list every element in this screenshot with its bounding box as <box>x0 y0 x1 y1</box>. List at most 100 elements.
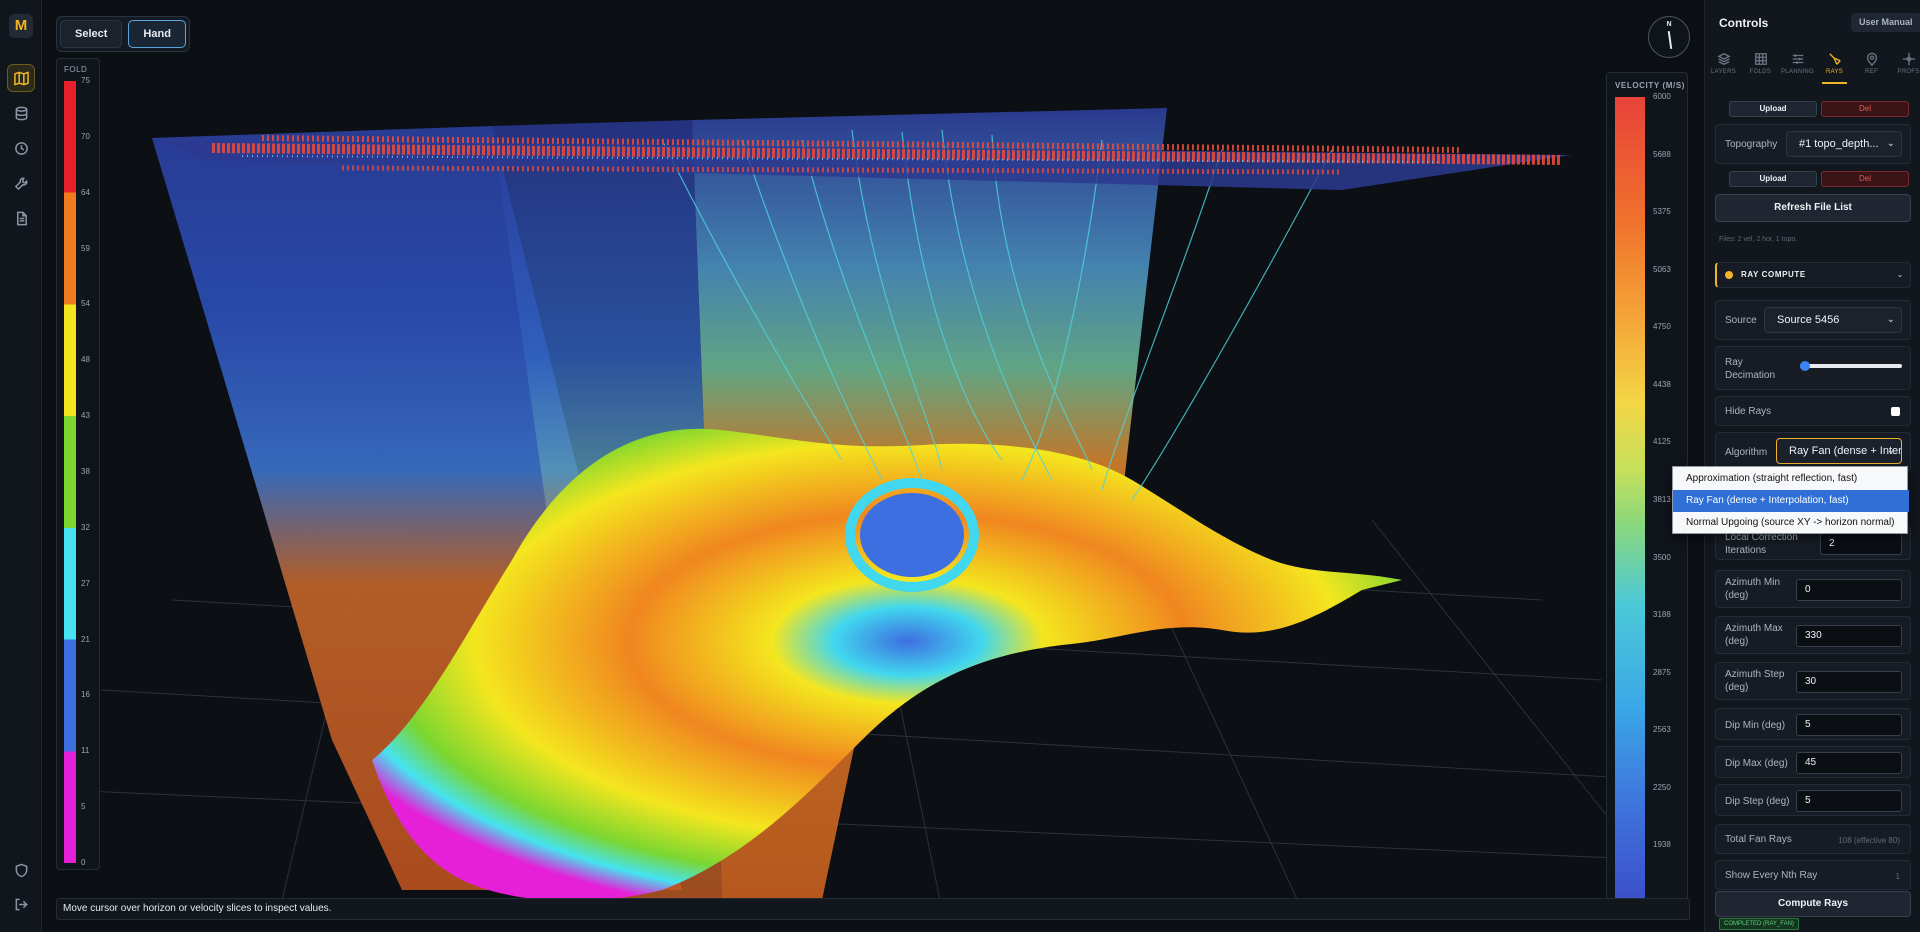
compass[interactable]: N <box>1648 16 1690 58</box>
horizon-low-zone <box>860 493 964 577</box>
velocity-color-bar <box>1615 97 1645 903</box>
velocity-tick-label: 2563 <box>1653 725 1671 735</box>
viewport-3d[interactable]: Select Hand FOLD 75 70 64 59 54 48 43 38 32 27 21 1… <box>42 0 1704 932</box>
tab-label: FOLDS <box>1749 69 1772 75</box>
delete-horizon-button[interactable]: Del <box>1821 101 1909 117</box>
tab-profs[interactable]: PROFS <box>1890 46 1920 82</box>
algorithm-select[interactable]: Ray Fan (dense + Interpolation, fast) ⌄ <box>1776 438 1902 464</box>
velocity-tick-label: 2875 <box>1653 667 1671 677</box>
velocity-tick-label: 3813 <box>1653 495 1671 504</box>
chevron-down-icon: ⌄ <box>1886 314 1895 325</box>
select-tool-button[interactable]: Select <box>60 20 123 48</box>
tab-label: LAYERS <box>1710 69 1737 75</box>
user-manual-button[interactable]: User Manual <box>1851 13 1920 32</box>
seismic-scene[interactable] <box>42 0 1704 932</box>
velocity-tick-label: 6000 <box>1653 92 1671 101</box>
azimuth-step-row: Azimuth Step (deg) 30 <box>1715 662 1911 700</box>
delete-topography-button[interactable]: Del <box>1821 171 1909 187</box>
fold-tick-label: 16 <box>81 690 90 700</box>
algorithm-dropdown: Approximation (straight reflection, fast… <box>1672 466 1909 534</box>
rays-icon <box>1828 53 1841 65</box>
velocity-legend-title: VELOCITY (M/S) <box>1615 81 1686 90</box>
database-icon[interactable] <box>7 99 35 127</box>
clock-icon[interactable] <box>7 134 35 162</box>
dip-step-row: Dip Step (deg) 5 <box>1715 784 1911 816</box>
ray-decimation-row: Ray Decimation <box>1715 346 1911 390</box>
velocity-tick-label: 2250 <box>1653 782 1671 792</box>
chevron-down-icon: ⌄ <box>1886 445 1895 456</box>
app-root: M Select Hand FOLD 75 70 64 59 54 48 43 … <box>0 0 1920 932</box>
nth-ray-row: Show Every Nth Ray 1 <box>1715 860 1911 890</box>
fold-tick-label: 27 <box>81 578 90 588</box>
icon-rail: M <box>0 0 42 932</box>
shield-icon[interactable] <box>7 856 35 884</box>
topography-label: Topography <box>1725 139 1778 150</box>
tab-rays[interactable]: RAYS <box>1816 46 1853 84</box>
dip-min-row: Dip Min (deg) 5 <box>1715 708 1911 740</box>
tab-ref[interactable]: REF <box>1853 46 1890 82</box>
compute-rays-button[interactable]: Compute Rays <box>1715 891 1911 917</box>
hand-tool-button[interactable]: Hand <box>128 20 186 48</box>
panel-tabs: LAYERS FOLDS PLANNING RAYS REF PROFS <box>1705 46 1920 84</box>
source-label: Source <box>1725 315 1757 326</box>
source-select[interactable]: Source 5456 ⌄ <box>1764 307 1902 333</box>
tab-layers[interactable]: LAYERS <box>1705 46 1742 82</box>
algorithm-option-normal-upgoing[interactable]: Normal Upgoing (source XY -> horizon nor… <box>1673 512 1909 534</box>
dip-step-input[interactable]: 5 <box>1796 790 1902 812</box>
algorithm-option-ray-fan[interactable]: Ray Fan (dense + Interpolation, fast) <box>1673 490 1909 512</box>
algorithm-value: Ray Fan (dense + Interpolation, fast) <box>1789 445 1902 457</box>
section-title: RAY COMPUTE <box>1741 270 1806 279</box>
tab-planning[interactable]: PLANNING <box>1779 46 1816 82</box>
hide-rays-label: Hide Rays <box>1725 406 1772 417</box>
local-iterations-input[interactable]: 2 <box>1820 533 1902 555</box>
topography-select[interactable]: #1 topo_depth... ⌄ <box>1786 131 1902 157</box>
panel-title: Controls <box>1719 16 1769 30</box>
hide-rays-checkbox[interactable] <box>1891 407 1900 416</box>
wrench-icon[interactable] <box>7 169 35 197</box>
velocity-tick-label: 5375 <box>1653 207 1671 217</box>
compass-needle-icon <box>1667 30 1673 50</box>
inspect-hint: Move cursor over horizon or velocity sli… <box>56 898 1690 920</box>
azimuth-min-input[interactable]: 0 <box>1796 579 1902 601</box>
tab-folds[interactable]: FOLDS <box>1742 46 1779 82</box>
ray-decimation-slider[interactable] <box>1800 361 1902 371</box>
azimuth-max-label: Azimuth Max (deg) <box>1725 623 1783 647</box>
ray-compute-icon <box>1725 271 1733 279</box>
ray-compute-section[interactable]: RAY COMPUTE ⌄ <box>1715 262 1911 288</box>
logout-icon[interactable] <box>7 890 35 918</box>
dip-max-label: Dip Max (deg) <box>1725 758 1788 769</box>
hide-rays-row: Hide Rays <box>1715 396 1911 426</box>
upload-horizon-button[interactable]: Upload <box>1729 101 1817 117</box>
fold-legend-title: FOLD <box>64 65 88 74</box>
ray-decimation-label: Ray Decimation <box>1725 357 1776 381</box>
nth-ray-value[interactable]: 1 <box>1896 872 1900 881</box>
tab-label: PROFS <box>1897 69 1920 75</box>
fold-tick-label: 64 <box>81 187 90 197</box>
fold-tick-label: 75 <box>81 76 90 85</box>
velocity-tick-label: 1938 <box>1653 840 1671 850</box>
layers-icon <box>1716 53 1731 65</box>
compass-north-label: N <box>1666 21 1672 28</box>
dip-max-input[interactable]: 45 <box>1796 752 1902 774</box>
sliders-icon <box>1792 54 1803 64</box>
fold-legend: FOLD 75 70 64 59 54 48 43 38 32 27 21 16 11 5 0 <box>56 58 100 870</box>
fold-tick-label: 48 <box>81 355 90 365</box>
algorithm-option-approximation[interactable]: Approximation (straight reflection, fast… <box>1673 468 1909 490</box>
algorithm-label: Algorithm <box>1725 447 1768 458</box>
document-icon[interactable] <box>7 204 35 232</box>
upload-topography-button[interactable]: Upload <box>1729 171 1817 187</box>
app-logo: M <box>9 14 33 38</box>
azimuth-max-row: Azimuth Max (deg) 330 <box>1715 616 1911 654</box>
velocity-tick-label: 3188 <box>1653 610 1671 620</box>
source-row: Source Source 5456 ⌄ <box>1715 300 1911 340</box>
fold-tick-label: 70 <box>81 131 90 141</box>
refresh-file-list-button[interactable]: Refresh File List <box>1715 194 1911 222</box>
fold-tick-label: 43 <box>81 411 90 421</box>
map-icon[interactable] <box>7 64 35 92</box>
slider-handle[interactable] <box>1800 361 1810 371</box>
dip-min-input[interactable]: 5 <box>1796 714 1902 736</box>
total-fan-rays-value: 108 (effective 80) <box>1838 836 1900 845</box>
azimuth-max-input[interactable]: 330 <box>1796 625 1902 647</box>
tab-label: RAYS <box>1825 69 1844 75</box>
azimuth-step-input[interactable]: 30 <box>1796 671 1902 693</box>
